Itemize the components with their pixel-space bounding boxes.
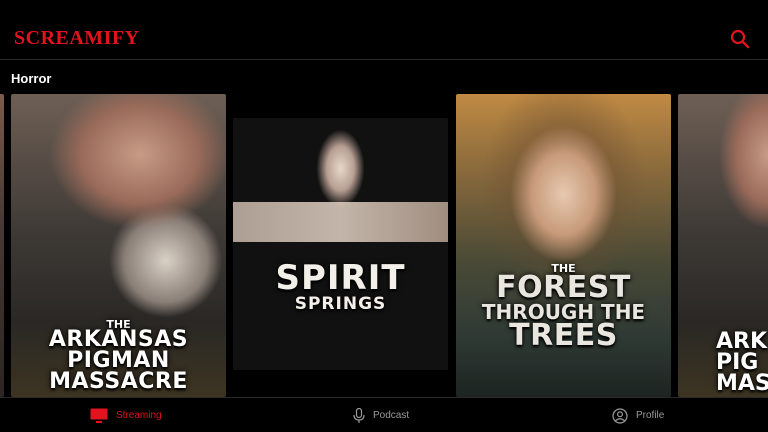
nav-item-streaming[interactable]: Streaming: [90, 398, 162, 432]
nav-label: Podcast: [373, 410, 410, 421]
app-logo[interactable]: SCREAMIFY: [14, 27, 140, 50]
nav-label: Streaming: [116, 410, 162, 421]
poster-art: [233, 118, 448, 370]
top-bar: SCREAMIFY: [0, 0, 768, 60]
poster-card-spirit-springs[interactable]: SPIRIT SPRINGS: [233, 118, 448, 370]
poster-title-line: MASSACRE: [49, 369, 188, 395]
search-icon[interactable]: [730, 29, 750, 49]
nav-item-profile[interactable]: Profile: [612, 398, 664, 432]
poster-card-arkansas-pigman-massacre[interactable]: THE ARKANSAS PIGMAN MASSACRE: [11, 94, 226, 397]
microphone-icon: [353, 407, 365, 423]
user-circle-icon: [612, 407, 628, 424]
poster-title: THE ARKANSAS PIGMAN MASSACRE: [11, 319, 226, 395]
poster-title-line: SPIRIT: [275, 258, 406, 298]
poster-card-forest-through-the-trees[interactable]: THE FOREST THROUGH THE TREES: [456, 94, 671, 397]
nav-item-podcast[interactable]: Podcast: [353, 398, 409, 432]
poster-title: ARK PIG MAS: [678, 331, 768, 396]
poster-card-partial-left[interactable]: [0, 94, 4, 397]
nav-label: Profile: [636, 410, 665, 421]
poster-title-line: SPRINGS: [294, 294, 387, 315]
poster-title-line: TREES: [509, 317, 618, 353]
section-title: Horror: [11, 71, 52, 86]
poster-art: [0, 94, 4, 397]
poster-art-band: [233, 202, 448, 242]
poster-title-line: FOREST: [496, 270, 631, 306]
poster-title: THE FOREST THROUGH THE TREES: [456, 263, 671, 353]
poster-title-line: MAS: [716, 370, 768, 396]
poster-carousel[interactable]: THE ARKANSAS PIGMAN MASSACRE SPIRIT SPRI…: [0, 94, 768, 397]
poster-card-partial-right[interactable]: ARK PIG MAS: [678, 94, 768, 397]
bottom-nav: Streaming Podcast Profile: [0, 397, 768, 432]
poster-title: SPIRIT SPRINGS: [233, 258, 448, 315]
tv-icon: [90, 408, 108, 423]
